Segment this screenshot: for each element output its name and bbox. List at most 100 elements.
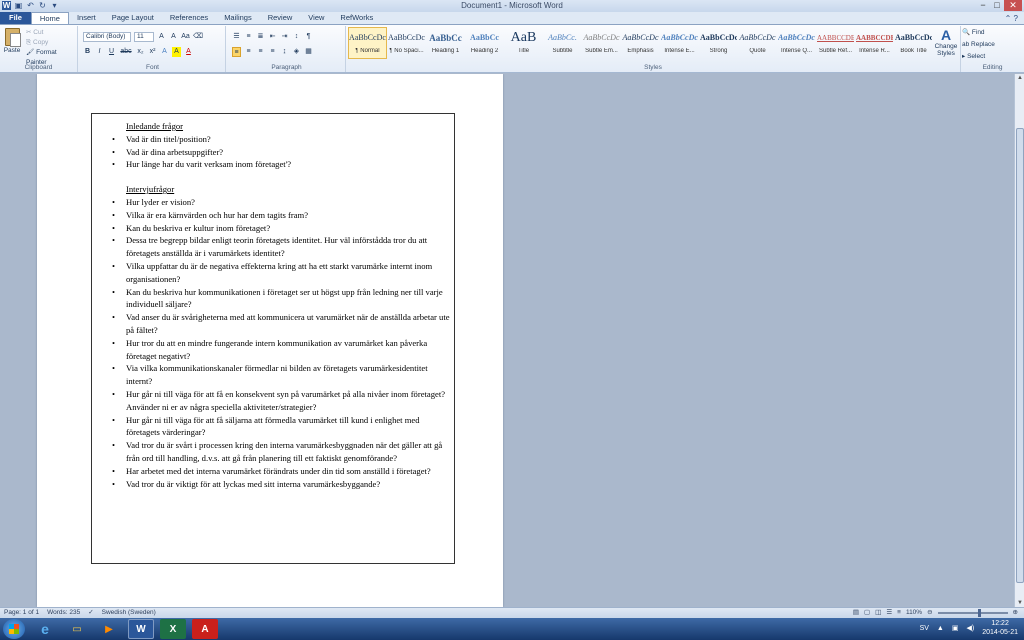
align-right-icon[interactable]: ≡ — [256, 47, 265, 57]
cut-button[interactable]: ✂ Cut — [26, 28, 77, 38]
tab-view[interactable]: View — [300, 12, 332, 24]
find-button[interactable]: 🔍 Find — [962, 27, 995, 39]
list-item: Hur går ni till väga för att få en konse… — [92, 388, 454, 414]
change-case-icon[interactable]: Aa — [181, 32, 190, 42]
increase-indent-icon[interactable]: ⇥ — [280, 32, 289, 42]
font-size-select[interactable]: 11 — [134, 32, 154, 42]
text-box[interactable]: Inledande frågor Vad är din titel/positi… — [91, 113, 455, 564]
document-page[interactable]: Inledande frågor Vad är din titel/positi… — [37, 74, 503, 607]
style-book-title[interactable]: AaBbCcDc Book Title — [894, 27, 933, 59]
underline-button[interactable]: U — [107, 47, 116, 57]
numbering-icon[interactable]: ≡ — [244, 32, 253, 42]
style-heading-1[interactable]: AaBbCc Heading 1 — [426, 27, 465, 59]
text-effects-button[interactable]: A — [160, 47, 169, 57]
style-intense-quote[interactable]: AaBbCcDc Intense Q... — [777, 27, 816, 59]
italic-button[interactable]: I — [95, 47, 104, 57]
superscript-button[interactable]: x² — [148, 47, 157, 57]
language-bar[interactable]: SV — [920, 625, 929, 632]
style-emphasis[interactable]: AaBbCcDc Emphasis — [621, 27, 660, 59]
style-subtle-reference[interactable]: AABBCCDE Subtle Ref... — [816, 27, 855, 59]
bullets-icon[interactable]: ☰ — [232, 32, 241, 42]
style-heading-2[interactable]: AaBbCc Heading 2 — [465, 27, 504, 59]
justify-icon[interactable]: ≡ — [268, 47, 277, 57]
minimize-button[interactable]: − — [976, 0, 990, 11]
network-icon[interactable]: ▣ — [952, 624, 959, 632]
zoom-level[interactable]: 110% — [906, 608, 922, 618]
font-color-button[interactable]: A — [184, 47, 193, 57]
start-button[interactable] — [3, 619, 25, 639]
acrobat-taskbar-icon[interactable]: A — [192, 619, 218, 639]
proofing-icon[interactable]: ✓ — [88, 608, 93, 618]
paste-button[interactable]: Paste — [3, 28, 21, 54]
shrink-font-icon[interactable]: A — [169, 32, 178, 42]
font-name-select[interactable]: Calibri (Body) — [83, 32, 131, 42]
style-subtle-emphasis[interactable]: AaBbCcDc Subtle Em... — [582, 27, 621, 59]
page-count[interactable]: Page: 1 of 1 — [4, 608, 39, 618]
zoom-in-icon[interactable]: ⊕ — [1013, 608, 1018, 618]
scroll-down-icon[interactable]: ▼ — [1015, 600, 1024, 606]
style-intense-emphasis[interactable]: AaBbCcDc Intense E... — [660, 27, 699, 59]
word-count[interactable]: Words: 235 — [47, 608, 80, 618]
web-layout-icon[interactable]: ◫ — [875, 608, 881, 618]
language-indicator[interactable]: Swedish (Sweden) — [102, 608, 156, 618]
subscript-button[interactable]: x₂ — [136, 47, 145, 57]
clear-format-icon[interactable]: ⌫ — [193, 32, 203, 42]
change-styles-button[interactable]: A Change Styles — [934, 27, 958, 57]
tab-insert[interactable]: Insert — [69, 12, 104, 24]
tab-page-layout[interactable]: Page Layout — [104, 12, 162, 24]
style-title[interactable]: AaB Title — [504, 27, 543, 59]
draft-icon[interactable]: ≡ — [897, 608, 901, 618]
tab-home[interactable]: Home — [30, 12, 69, 24]
align-center-icon[interactable]: ≡ — [244, 47, 253, 57]
style-normal[interactable]: AaBbCcDc ¶ Normal — [348, 27, 387, 59]
show-formatting-button[interactable]: ¶ — [304, 32, 313, 42]
replace-button[interactable]: ab Replace — [962, 39, 995, 51]
document-body[interactable]: Inledande frågor Vad är din titel/positi… — [92, 120, 454, 490]
scroll-up-icon[interactable]: ▲ — [1015, 75, 1024, 81]
line-spacing-icon[interactable]: ↨ — [280, 47, 289, 57]
clock[interactable]: 12:22 2014-05-21 — [982, 619, 1018, 637]
excel-taskbar-icon[interactable]: X — [160, 619, 186, 639]
tab-refworks[interactable]: RefWorks — [332, 12, 381, 24]
style-subtitle[interactable]: AaBbCc. Subtitle — [543, 27, 582, 59]
strikethrough-button[interactable]: abc — [119, 47, 133, 57]
close-button[interactable]: ✕ — [1004, 0, 1022, 11]
help-icon[interactable]: ⌃ ? — [1005, 14, 1018, 23]
outline-icon[interactable]: ☰ — [886, 608, 892, 618]
volume-icon[interactable]: ◀) — [966, 624, 974, 632]
align-left-icon[interactable]: ≡ — [232, 47, 241, 57]
zoom-slider[interactable] — [937, 609, 1008, 617]
style-quote[interactable]: AaBbCcDc Quote — [738, 27, 777, 59]
print-layout-icon[interactable]: ▤ — [853, 608, 859, 618]
style-intense-reference[interactable]: AABBCCDE Intense R... — [855, 27, 894, 59]
tab-references[interactable]: References — [162, 12, 216, 24]
multilevel-list-icon[interactable]: ≣ — [256, 32, 265, 42]
grow-font-icon[interactable]: A — [157, 32, 166, 42]
style-strong[interactable]: AaBbCcDc Strong — [699, 27, 738, 59]
highlight-button[interactable]: A — [172, 47, 181, 57]
style-preview: AaBbCcDc — [622, 33, 659, 42]
file-explorer-icon[interactable]: ▭ — [64, 619, 90, 639]
shading-icon[interactable]: ◈ — [292, 47, 301, 57]
tab-review[interactable]: Review — [260, 12, 301, 24]
word-taskbar-icon[interactable]: W — [128, 619, 154, 639]
sort-icon[interactable]: ↕ — [292, 32, 301, 42]
media-player-icon[interactable]: ▶ — [96, 619, 122, 639]
maximize-button[interactable]: □ — [990, 0, 1004, 11]
style-no-spacing[interactable]: AaBbCcDc ¶ No Spaci... — [387, 27, 426, 59]
full-screen-icon[interactable]: ▢ — [864, 608, 870, 618]
vertical-scrollbar[interactable]: ▲ ▼ — [1014, 74, 1024, 607]
show-hidden-icons-icon[interactable]: ▲ — [937, 625, 944, 632]
internet-explorer-icon[interactable]: e — [32, 619, 58, 639]
scroll-thumb[interactable] — [1016, 128, 1024, 583]
decrease-indent-icon[interactable]: ⇤ — [268, 32, 277, 42]
copy-button[interactable]: ⎘ Copy — [26, 38, 77, 48]
zoom-out-icon[interactable]: ⊖ — [927, 608, 932, 618]
style-name: Intense Q... — [780, 48, 813, 54]
tab-file[interactable]: File — [0, 12, 31, 24]
select-button[interactable]: ▸ Select — [962, 51, 995, 63]
tab-mailings[interactable]: Mailings — [216, 12, 260, 24]
borders-icon[interactable]: ▦ — [304, 47, 313, 57]
bold-button[interactable]: B — [83, 47, 92, 57]
list-item: Vilka är era kärnvärden och hur har dem … — [92, 209, 454, 222]
